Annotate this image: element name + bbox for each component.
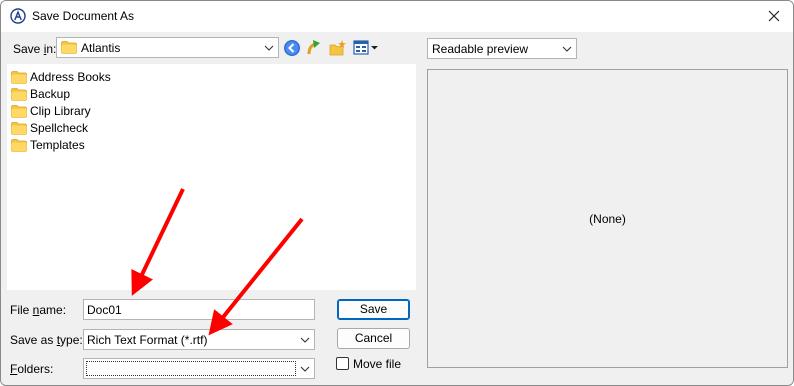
preview-mode-value: Readable preview bbox=[432, 42, 529, 56]
folder-name: Backup bbox=[30, 87, 71, 101]
folder-name: Spellcheck bbox=[30, 121, 89, 135]
folder-item[interactable]: Address Books bbox=[11, 69, 171, 86]
file-name-value: Doc01 bbox=[87, 303, 122, 317]
back-icon[interactable] bbox=[283, 39, 301, 57]
up-folder-icon[interactable] bbox=[306, 38, 324, 56]
app-logo-icon bbox=[10, 8, 26, 24]
chevron-down-icon bbox=[562, 46, 572, 52]
folders-label: Folders: bbox=[10, 362, 54, 376]
folder-icon bbox=[61, 41, 77, 54]
folder-icon bbox=[11, 105, 27, 118]
new-folder-icon[interactable] bbox=[329, 39, 347, 57]
close-icon bbox=[768, 10, 780, 22]
folder-item[interactable]: Backup bbox=[11, 86, 171, 103]
chevron-down-icon bbox=[300, 366, 310, 372]
save-in-dropdown[interactable]: Atlantis bbox=[56, 37, 279, 58]
preview-pane: (None) bbox=[427, 69, 788, 368]
save-button[interactable]: Save bbox=[337, 299, 410, 320]
title-bar: Save Document As bbox=[1, 1, 793, 32]
preview-mode-dropdown[interactable]: Readable preview bbox=[427, 38, 577, 59]
move-file-checkbox[interactable] bbox=[336, 357, 349, 370]
move-file-label: Move file bbox=[353, 357, 402, 371]
folder-item[interactable]: Spellcheck bbox=[11, 120, 171, 137]
save-in-value: Atlantis bbox=[81, 41, 121, 55]
file-name-label: File name: bbox=[10, 303, 67, 317]
view-menu-icon[interactable] bbox=[353, 39, 379, 57]
folder-icon bbox=[11, 139, 27, 152]
folder-name: Clip Library bbox=[30, 104, 91, 118]
chevron-down-icon bbox=[300, 337, 310, 343]
save-as-type-dropdown[interactable]: Rich Text Format (*.rtf) bbox=[83, 329, 315, 350]
cancel-button[interactable]: Cancel bbox=[337, 328, 410, 349]
folder-icon bbox=[11, 71, 27, 84]
save-as-type-label: Save as type: bbox=[10, 333, 83, 347]
focus-rect bbox=[86, 361, 296, 376]
close-button[interactable] bbox=[763, 5, 785, 27]
folder-icon bbox=[11, 122, 27, 135]
save-as-type-value: Rich Text Format (*.rtf) bbox=[87, 333, 208, 347]
folder-name: Address Books bbox=[30, 70, 111, 84]
file-list[interactable]: Address Books Backup Clip Library Spellc… bbox=[7, 64, 416, 290]
save-dialog: Save Document As Save in: Atlantis Reada… bbox=[0, 0, 794, 386]
save-in-label: Save in: bbox=[13, 42, 57, 56]
folder-item[interactable]: Clip Library bbox=[11, 103, 171, 120]
folder-icon bbox=[11, 88, 27, 101]
chevron-down-icon bbox=[264, 45, 274, 51]
file-name-input[interactable]: Doc01 bbox=[83, 299, 315, 320]
folders-dropdown[interactable] bbox=[83, 358, 315, 379]
preview-empty-text: (None) bbox=[589, 212, 626, 226]
folder-item[interactable]: Templates bbox=[11, 137, 171, 154]
window-title: Save Document As bbox=[32, 9, 135, 23]
folder-name: Templates bbox=[30, 138, 85, 152]
